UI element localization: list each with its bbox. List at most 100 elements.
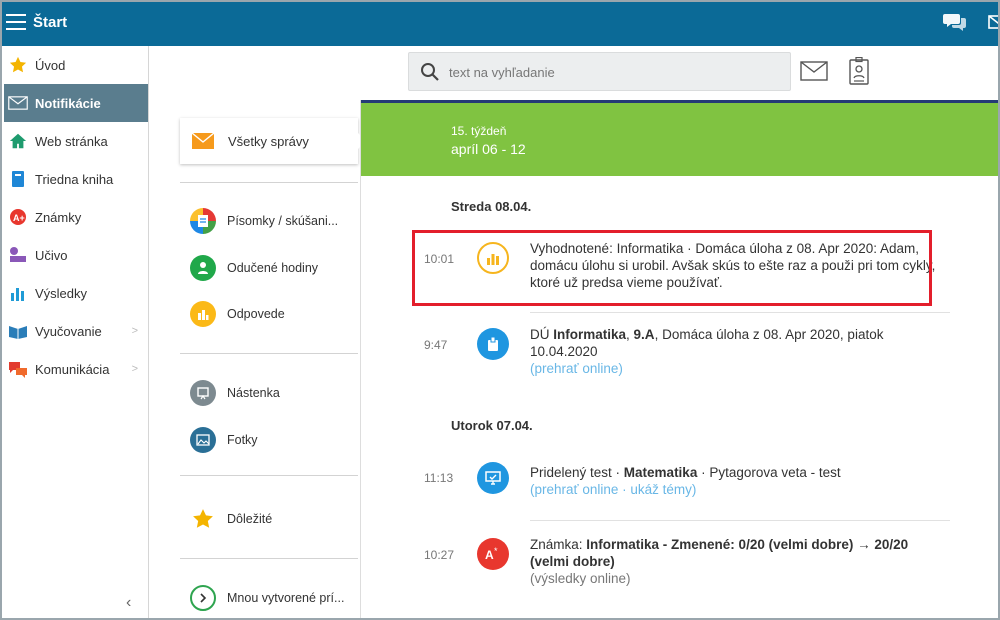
- sidebar-item-notifikacie[interactable]: Notifikácie: [4, 84, 148, 122]
- category-label: Fotky: [227, 433, 258, 447]
- sidebar-item-label: Výsledky: [35, 285, 88, 301]
- day-header: Streda 08.04.: [451, 199, 532, 214]
- lesson-icon: [8, 245, 28, 265]
- category-important[interactable]: Dôležité: [190, 504, 358, 534]
- sidebar: Úvod Notifikácie Web stránka Triedna kni…: [4, 46, 149, 618]
- class-name: 9.A: [633, 327, 655, 342]
- sidebar-item-label: Známky: [35, 209, 82, 225]
- svg-text:*: *: [494, 546, 498, 556]
- text-prefix: Pridelený test ·: [530, 465, 624, 480]
- sidebar-item-komunikacia[interactable]: Komunikácia >: [4, 350, 148, 388]
- star-icon: [8, 55, 28, 75]
- chevron-right-icon: >: [131, 363, 138, 375]
- top-bar: Štart: [2, 2, 1000, 46]
- notification-text: Pridelený test · Matematika · Pytagorova…: [530, 464, 940, 498]
- book-icon: [8, 169, 28, 189]
- grade-icon: A+: [8, 207, 28, 227]
- category-all-messages[interactable]: Všetky správy: [180, 118, 366, 164]
- subject-name: Matematika: [623, 465, 698, 480]
- notification-time: 10:27: [424, 548, 455, 562]
- divider: [180, 182, 358, 183]
- divider: [180, 558, 358, 559]
- refresh-icon: [190, 585, 216, 611]
- sidebar-item-label: Triedna kniha: [35, 171, 114, 187]
- sidebar-item-label: Vyučovanie: [35, 323, 102, 339]
- sidebar-item-web-stranka[interactable]: Web stránka: [4, 122, 148, 160]
- chat-bubbles-icon[interactable]: [943, 10, 967, 34]
- week-range: apríl 06 - 12: [451, 141, 526, 157]
- collapse-sidebar-button[interactable]: ‹: [126, 594, 131, 612]
- subject-name: Informatika - Zmenené: 0/20 (velmi dobre…: [530, 537, 909, 569]
- app-window: Štart Úvod Notifikácie Web stránka Tried…: [0, 0, 1000, 620]
- text-prefix: Známka:: [530, 537, 587, 552]
- app-title: Štart: [33, 14, 68, 31]
- category-label: Odpovede: [227, 307, 285, 321]
- sidebar-item-uvod[interactable]: Úvod: [4, 46, 148, 84]
- search-input[interactable]: [449, 62, 779, 82]
- bar-chart-icon: [190, 301, 216, 327]
- notification-text: Vyhodnotené: Informatika · Domáca úloha …: [530, 241, 936, 290]
- divider: [180, 353, 358, 354]
- category-lessons[interactable]: Odučené hodiny: [190, 253, 358, 283]
- message-categories: Všetky správy Písomky / skúšani... Oduče…: [150, 100, 366, 618]
- category-created-by-me[interactable]: Mnou vytvorené prí...: [190, 583, 358, 613]
- day-header: Utorok 07.04.: [451, 418, 533, 433]
- svg-text:A+: A+: [13, 213, 25, 223]
- category-board[interactable]: Nástenka: [190, 378, 358, 408]
- notification-time: 9:47: [424, 338, 448, 352]
- sidebar-item-label: Web stránka: [35, 133, 108, 149]
- photo-icon: [190, 427, 216, 453]
- text-separator: ,: [626, 327, 634, 342]
- tests-icon: [190, 208, 216, 234]
- divider: [530, 520, 950, 521]
- sidebar-item-label: Komunikácia: [35, 361, 110, 377]
- category-label: Dôležité: [227, 512, 273, 526]
- category-label: Písomky / skúšani...: [227, 214, 339, 228]
- category-tests[interactable]: Písomky / skúšani...: [190, 206, 358, 236]
- text-prefix: DÚ: [530, 327, 554, 342]
- monitor-test-icon: [477, 462, 509, 494]
- envelope-icon[interactable]: [800, 60, 828, 82]
- category-label: Nástenka: [227, 386, 280, 400]
- category-label: Odučené hodiny: [227, 261, 319, 275]
- sidebar-item-label: Úvod: [35, 57, 66, 73]
- sidebar-item-znamky[interactable]: A+ Známky: [4, 198, 148, 236]
- id-badge-icon[interactable]: [848, 57, 870, 85]
- play-online-link[interactable]: (prehrať online): [530, 361, 623, 376]
- chat-icon: [8, 359, 28, 379]
- sidebar-item-vysledky[interactable]: Výsledky: [4, 274, 148, 312]
- notification-text: Známka: Informatika - Zmenené: 0/20 (vel…: [530, 536, 940, 587]
- envelope-icon: [8, 93, 28, 113]
- star-icon: [190, 506, 216, 532]
- category-photos[interactable]: Fotky: [190, 425, 358, 455]
- chart-icon: [8, 283, 28, 303]
- home-icon: [8, 131, 28, 151]
- week-number: 15. týždeň: [451, 124, 507, 138]
- svg-text:A: A: [485, 548, 494, 562]
- sidebar-item-vyucovanie[interactable]: Vyučovanie >: [4, 312, 148, 350]
- week-banner: 15. týždeň apríl 06 - 12: [361, 100, 998, 176]
- person-icon: [190, 255, 216, 281]
- search-icon[interactable]: [420, 62, 440, 82]
- divider: [530, 312, 950, 313]
- results-online-link[interactable]: (výsledky online): [530, 571, 631, 586]
- grade-icon: A *: [477, 538, 509, 570]
- play-online-link[interactable]: (prehrať online · ukáž témy): [530, 482, 696, 497]
- category-label: Všetky správy: [228, 133, 309, 149]
- bar-chart-icon: [477, 242, 509, 274]
- envelope-orange-icon: [191, 132, 215, 149]
- category-answers[interactable]: Odpovede: [190, 299, 358, 329]
- board-icon: [190, 380, 216, 406]
- notification-time: 11:13: [424, 471, 454, 485]
- text-rest: · Pytagorova veta - test: [697, 465, 841, 480]
- divider: [180, 475, 358, 476]
- homework-icon: [477, 328, 509, 360]
- hamburger-menu-icon[interactable]: [6, 14, 26, 32]
- chevron-right-icon: >: [131, 325, 138, 337]
- notification-time: 10:01: [424, 252, 455, 266]
- mail-icon[interactable]: [988, 12, 1000, 32]
- sidebar-item-ucivo[interactable]: Učivo: [4, 236, 148, 274]
- sidebar-item-triedna-kniha[interactable]: Triedna kniha: [4, 160, 148, 198]
- sidebar-item-label: Učivo: [35, 247, 68, 263]
- notification-text: DÚ Informatika, 9.A, Domáca úloha z 08. …: [530, 326, 940, 377]
